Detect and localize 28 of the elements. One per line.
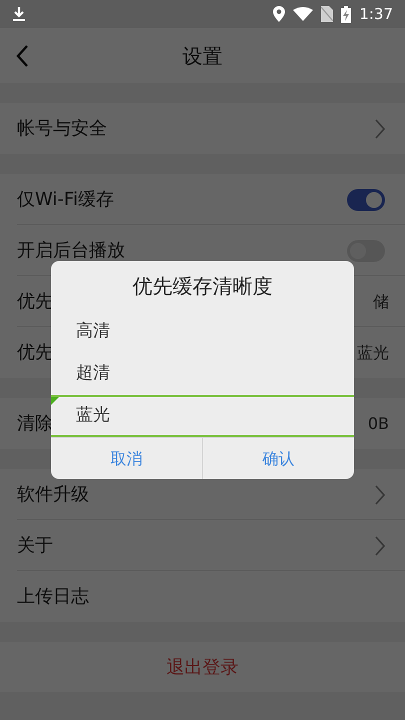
quality-option[interactable]: 蓝光	[51, 395, 354, 437]
setting-label: 关于	[17, 534, 53, 558]
wifi-icon	[293, 7, 314, 21]
setting-label: 仅Wi-Fi缓存	[17, 188, 114, 212]
status-time: 1:37	[359, 4, 393, 25]
setting-label: 开启后台播放	[17, 239, 125, 263]
toggle-switch[interactable]	[347, 240, 385, 262]
chevron-icon	[375, 484, 385, 504]
quality-option[interactable]: 高清	[51, 311, 354, 353]
setting-value: 蓝光	[357, 342, 389, 364]
toggle-switch[interactable]	[347, 188, 385, 210]
setting-value: 0B	[368, 412, 389, 434]
selected-corner-icon	[51, 397, 59, 405]
quality-option[interactable]: 超清	[51, 353, 354, 395]
dialog-title: 优先缓存清晰度	[132, 273, 272, 300]
setting-value: 储	[373, 290, 389, 312]
setting-label: 上传日志	[17, 585, 89, 609]
back-button[interactable]	[14, 44, 30, 68]
setting-label: 清除	[17, 412, 53, 436]
location-icon	[273, 6, 286, 22]
chevron-icon	[375, 536, 385, 556]
download-icon	[12, 6, 26, 22]
setting-label: 帐号与安全	[17, 117, 107, 141]
page-title: 设置	[182, 42, 222, 70]
chevron-icon	[375, 118, 385, 138]
setting-label: 软件升级	[17, 483, 89, 507]
no-sim-icon	[321, 6, 334, 22]
battery-charging-icon	[341, 6, 352, 22]
